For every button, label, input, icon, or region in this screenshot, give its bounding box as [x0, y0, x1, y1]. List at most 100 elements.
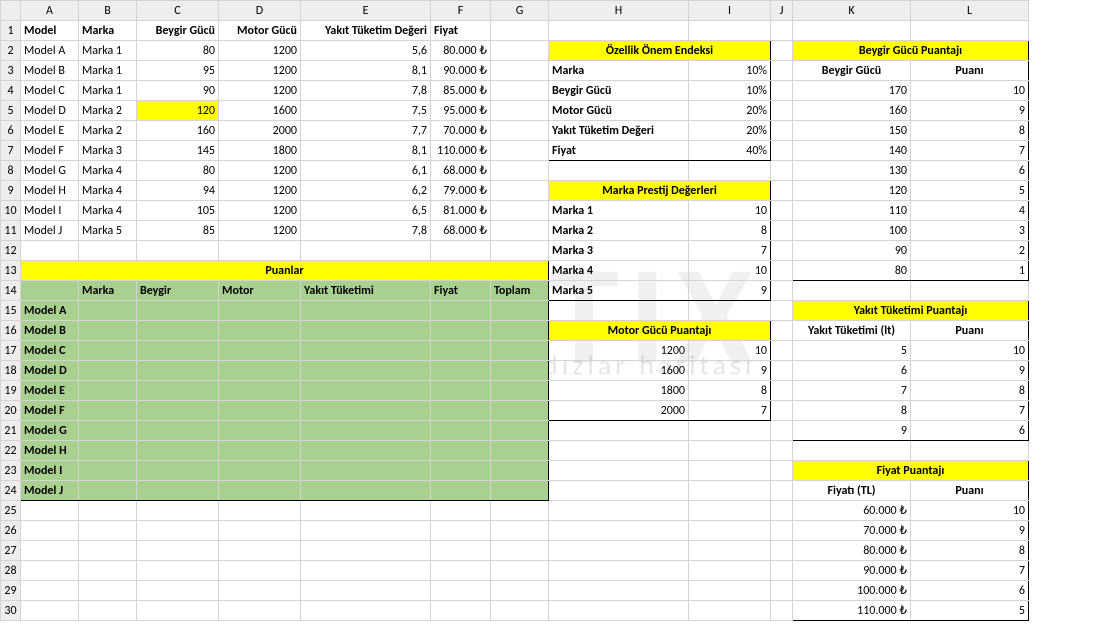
cell[interactable]: 140 — [793, 141, 911, 161]
cell[interactable] — [689, 301, 771, 321]
cell[interactable]: 7 — [689, 401, 771, 421]
cell[interactable] — [771, 581, 793, 601]
cell[interactable]: 7 — [689, 241, 771, 261]
cell[interactable]: Model C — [21, 341, 79, 361]
cell[interactable]: 6 — [911, 421, 1029, 441]
row-head[interactable]: 26 — [1, 521, 21, 541]
cell[interactable]: 6 — [911, 161, 1029, 181]
cell[interactable] — [431, 581, 491, 601]
cell[interactable] — [219, 601, 301, 621]
row-head[interactable]: 17 — [1, 341, 21, 361]
cell[interactable]: Marka 2 — [549, 221, 689, 241]
cell[interactable] — [689, 161, 771, 181]
cell[interactable]: 1600 — [549, 361, 689, 381]
cell[interactable] — [549, 461, 689, 481]
cell[interactable]: Model H — [21, 181, 79, 201]
cell[interactable]: Marka 1 — [549, 201, 689, 221]
cell[interactable] — [771, 181, 793, 201]
cell[interactable]: 1 — [911, 261, 1029, 281]
cell[interactable] — [549, 161, 689, 181]
cell[interactable] — [137, 441, 219, 461]
cell[interactable] — [431, 561, 491, 581]
cell[interactable]: Model E — [21, 381, 79, 401]
row-head[interactable]: 19 — [1, 381, 21, 401]
cell[interactable] — [491, 401, 549, 421]
cell[interactable]: Marka — [79, 21, 137, 41]
row-head[interactable]: 11 — [1, 221, 21, 241]
cell[interactable] — [79, 521, 137, 541]
cell[interactable]: 2000 — [219, 121, 301, 141]
cell[interactable]: 68.000 ₺ — [431, 221, 491, 241]
spreadsheet-grid[interactable]: A B C D E F G H I J K L 1 Model Marka Be… — [0, 0, 1029, 621]
cell[interactable] — [219, 541, 301, 561]
cell[interactable]: Marka 3 — [79, 141, 137, 161]
cell[interactable] — [771, 101, 793, 121]
cell[interactable]: 80.000 ₺ — [431, 41, 491, 61]
cell[interactable]: Toplam — [491, 281, 549, 301]
cell[interactable] — [301, 301, 431, 321]
cell[interactable]: 9 — [689, 361, 771, 381]
cell[interactable]: 1200 — [219, 61, 301, 81]
cell[interactable] — [771, 261, 793, 281]
cell[interactable] — [793, 441, 911, 461]
cell[interactable] — [911, 441, 1029, 461]
cell[interactable]: Beygir — [137, 281, 219, 301]
cell[interactable] — [771, 561, 793, 581]
cell[interactable] — [137, 241, 219, 261]
cell[interactable] — [301, 501, 431, 521]
cell[interactable]: 10 — [911, 341, 1029, 361]
cell[interactable]: 6,2 — [301, 181, 431, 201]
cell[interactable]: 70.000 ₺ — [431, 121, 491, 141]
cell[interactable]: 1200 — [219, 81, 301, 101]
cell[interactable]: 10 — [689, 201, 771, 221]
row-head[interactable]: 1 — [1, 21, 21, 41]
cell[interactable] — [771, 501, 793, 521]
cell[interactable] — [137, 581, 219, 601]
row-head[interactable]: 23 — [1, 461, 21, 481]
cell[interactable]: 6,1 — [301, 161, 431, 181]
cell[interactable] — [137, 421, 219, 441]
cell[interactable]: 20% — [689, 121, 771, 141]
cell[interactable] — [431, 321, 491, 341]
cell[interactable] — [549, 601, 689, 621]
cell[interactable] — [491, 241, 549, 261]
cell[interactable] — [137, 301, 219, 321]
cell[interactable]: 85 — [137, 221, 219, 241]
cell-highlighted[interactable]: 120 — [137, 101, 219, 121]
cell[interactable] — [771, 241, 793, 261]
cell[interactable] — [137, 381, 219, 401]
cell[interactable] — [137, 521, 219, 541]
cell[interactable] — [431, 401, 491, 421]
cell[interactable] — [771, 521, 793, 541]
cell[interactable] — [549, 441, 689, 461]
cell[interactable] — [431, 501, 491, 521]
cell[interactable] — [771, 361, 793, 381]
cell[interactable] — [491, 81, 549, 101]
cell[interactable] — [491, 221, 549, 241]
cell[interactable] — [491, 601, 549, 621]
cell[interactable] — [491, 321, 549, 341]
cell[interactable] — [21, 561, 79, 581]
cell[interactable] — [79, 381, 137, 401]
row-head[interactable]: 29 — [1, 581, 21, 601]
cell[interactable]: Marka 2 — [79, 101, 137, 121]
row-head[interactable]: 5 — [1, 101, 21, 121]
cell[interactable] — [689, 581, 771, 601]
row-head[interactable]: 15 — [1, 301, 21, 321]
cell[interactable]: Marka — [549, 61, 689, 81]
cell[interactable] — [549, 21, 689, 41]
cell[interactable] — [793, 21, 911, 41]
cell[interactable]: 90.000 ₺ — [793, 561, 911, 581]
cell[interactable] — [137, 321, 219, 341]
cell[interactable] — [21, 521, 79, 541]
cell[interactable]: 81.000 ₺ — [431, 201, 491, 221]
cell[interactable]: Model J — [21, 221, 79, 241]
cell[interactable] — [491, 441, 549, 461]
cell[interactable] — [771, 401, 793, 421]
cell[interactable] — [491, 561, 549, 581]
cell[interactable] — [491, 301, 549, 321]
cell[interactable] — [771, 461, 793, 481]
cell[interactable] — [491, 141, 549, 161]
cell[interactable] — [431, 341, 491, 361]
col-head[interactable]: E — [301, 1, 431, 21]
